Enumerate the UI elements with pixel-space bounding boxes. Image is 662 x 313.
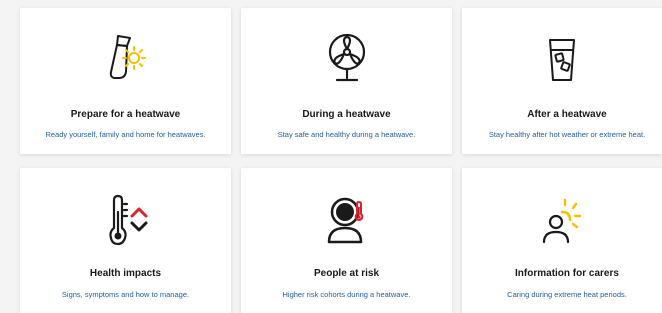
- card-health-impacts[interactable]: Health impacts Signs, symptoms and how t…: [20, 168, 231, 313]
- card-information-for-carers[interactable]: Information for carers Caring during ext…: [462, 168, 662, 313]
- card-during-heatwave[interactable]: During a heatwave Stay safe and healthy …: [241, 8, 452, 154]
- sunscreen-icon: [96, 28, 156, 88]
- card-prepare-for-heatwave[interactable]: Prepare for a heatwave Ready yourself, f…: [20, 8, 231, 154]
- card-title: After a heatwave: [527, 109, 607, 120]
- card-description-link[interactable]: Stay healthy after hot weather or extrem…: [462, 130, 662, 139]
- card-description-link[interactable]: Ready yourself, family and home for heat…: [20, 130, 231, 139]
- carer-sun-icon: [532, 190, 592, 250]
- card-title: During a heatwave: [302, 109, 391, 120]
- card-description-link[interactable]: Signs, symptoms and how to manage.: [20, 290, 231, 299]
- card-title: Information for carers: [515, 268, 619, 279]
- card-title: Health impacts: [89, 268, 162, 279]
- card-description-link[interactable]: Caring during extreme heat periods.: [462, 290, 662, 299]
- card-description-link[interactable]: Higher risk cohorts during a heatwave.: [241, 290, 452, 299]
- fan-icon: [317, 28, 377, 88]
- iced-drink-icon: [532, 28, 592, 88]
- card-after-heatwave[interactable]: After a heatwave Stay healthy after hot …: [462, 8, 662, 154]
- heatwave-topic-grid: Prepare for a heatwave Ready yourself, f…: [0, 0, 662, 313]
- card-description-link[interactable]: Stay safe and healthy during a heatwave.: [241, 130, 452, 139]
- card-title: Prepare for a heatwave: [70, 109, 181, 120]
- person-temperature-icon: [317, 190, 377, 250]
- thermometer-icon: [96, 190, 156, 250]
- card-title: People at risk: [313, 268, 380, 279]
- card-people-at-risk[interactable]: People at risk Higher risk cohorts durin…: [241, 168, 452, 313]
